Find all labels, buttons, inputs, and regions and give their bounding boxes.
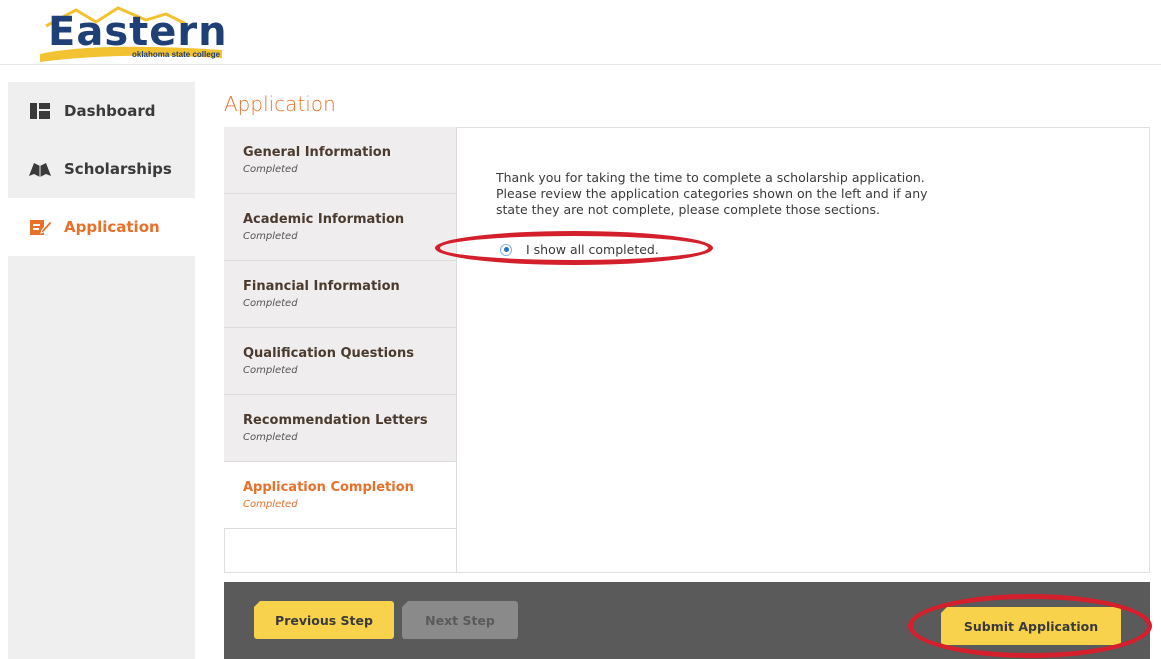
sidebar-item-scholarships[interactable]: Scholarships bbox=[8, 140, 195, 198]
logo-wordmark: Eastern bbox=[48, 9, 228, 55]
step-title: Financial Information bbox=[243, 279, 400, 294]
step-recommendation-letters[interactable]: Recommendation Letters Completed bbox=[224, 395, 456, 462]
completion-message-line: Please review the application categories… bbox=[496, 186, 928, 201]
submit-application-button[interactable]: Submit Application bbox=[941, 607, 1121, 645]
step-title: Recommendation Letters bbox=[243, 413, 428, 428]
step-status: Completed bbox=[243, 231, 298, 242]
step-title: Application Completion bbox=[243, 480, 414, 495]
step-title: Qualification Questions bbox=[243, 346, 414, 361]
all-completed-option[interactable]: I show all completed. bbox=[500, 242, 659, 257]
next-step-button[interactable]: Next Step bbox=[402, 601, 518, 639]
book-icon bbox=[28, 160, 52, 178]
step-status: Completed bbox=[243, 365, 298, 376]
step-application-completion[interactable]: Application Completion Completed bbox=[224, 462, 456, 529]
step-qualification-questions[interactable]: Qualification Questions Completed bbox=[224, 328, 456, 395]
step-title: Academic Information bbox=[243, 212, 405, 227]
step-status: Completed bbox=[243, 298, 298, 309]
step-list: General Information Completed Academic I… bbox=[224, 127, 457, 573]
step-status: Completed bbox=[243, 499, 298, 510]
logo-subtitle: oklahoma state college bbox=[132, 50, 221, 59]
sidebar-item-label: Scholarships bbox=[64, 160, 172, 178]
step-general-information[interactable]: General Information Completed bbox=[224, 127, 456, 194]
completion-message: Thank you for taking the time to complet… bbox=[496, 170, 956, 218]
step-status: Completed bbox=[243, 164, 298, 175]
completion-message-line: state they are not complete, please comp… bbox=[496, 202, 880, 217]
sidebar: Dashboard Scholarships Application bbox=[8, 82, 195, 659]
all-completed-label[interactable]: I show all completed. bbox=[526, 242, 659, 257]
step-status: Completed bbox=[243, 432, 298, 443]
previous-step-button[interactable]: Previous Step bbox=[254, 601, 394, 639]
step-financial-information[interactable]: Financial Information Completed bbox=[224, 261, 456, 328]
dashboard-icon bbox=[28, 102, 52, 120]
step-title: General Information bbox=[243, 145, 391, 160]
edit-icon bbox=[28, 218, 53, 236]
page-title: Application bbox=[224, 92, 336, 116]
all-completed-radio[interactable] bbox=[500, 243, 512, 256]
sidebar-item-application[interactable]: Application bbox=[8, 198, 195, 256]
eastern-logo[interactable]: Eastern oklahoma state college bbox=[36, 6, 228, 62]
sidebar-item-dashboard[interactable]: Dashboard bbox=[8, 82, 195, 140]
step-academic-information[interactable]: Academic Information Completed bbox=[224, 194, 456, 261]
sidebar-item-label: Application bbox=[64, 218, 160, 236]
completion-message-line: Thank you for taking the time to complet… bbox=[496, 170, 925, 185]
sidebar-item-label: Dashboard bbox=[64, 102, 156, 120]
header: Eastern oklahoma state college bbox=[0, 0, 1161, 65]
